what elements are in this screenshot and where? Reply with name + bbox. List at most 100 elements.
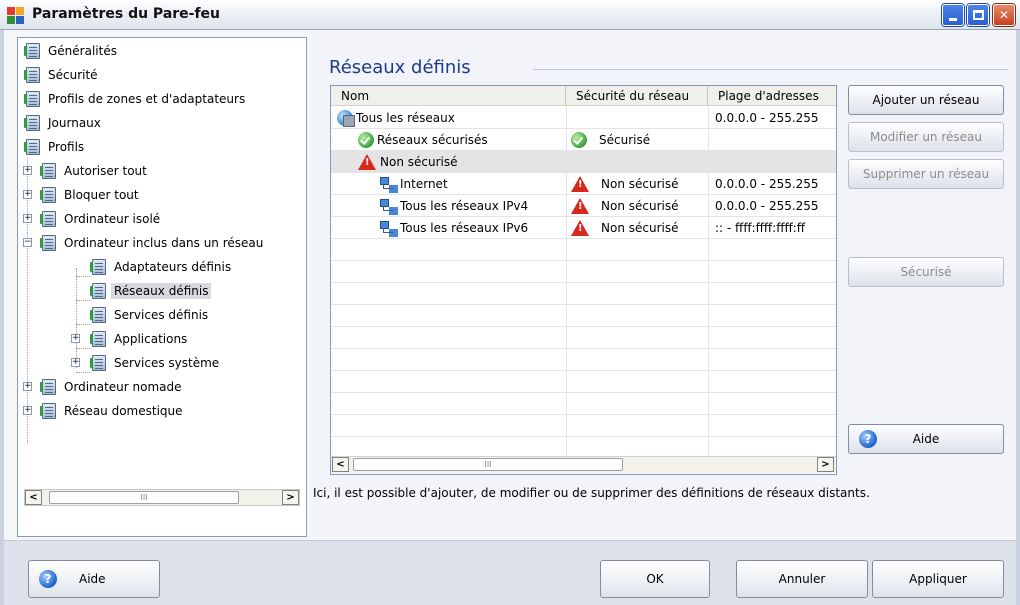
name-cell: Réseaux sécurisés bbox=[358, 129, 488, 151]
document-icon bbox=[90, 307, 106, 323]
row-security: Non sécurisé bbox=[601, 177, 679, 191]
name-cell: Internet bbox=[379, 173, 448, 195]
tree-item-securite[interactable]: Sécurité bbox=[24, 65, 101, 85]
tree-item-label: Journaux bbox=[48, 116, 101, 130]
content-panel: Réseaux définis Nom Sécurité du réseau P… bbox=[313, 37, 1016, 537]
close-button[interactable]: ✕ bbox=[993, 4, 1015, 26]
table-row[interactable]: Tous les réseaux IPv4 Non sécurisé 0.0.0… bbox=[331, 195, 836, 217]
scroll-thumb[interactable]: III bbox=[353, 458, 623, 471]
document-icon bbox=[90, 259, 106, 275]
tree-item-label: Ordinateur nomade bbox=[64, 380, 182, 394]
table-horizontal-scrollbar[interactable]: < III > bbox=[331, 456, 836, 473]
table-row[interactable]: Réseaux sécurisés Sécurisé bbox=[331, 129, 836, 151]
tree-item-autoriser-tout[interactable]: Autoriser tout bbox=[40, 161, 150, 181]
help-bottom-button[interactable]: ? Aide bbox=[28, 560, 160, 598]
tree-item-reseau-domestique[interactable]: Réseau domestique bbox=[40, 401, 186, 421]
tree-item-ordinateur-isole[interactable]: Ordinateur isolé bbox=[40, 209, 163, 229]
scroll-right-icon[interactable]: > bbox=[817, 457, 834, 472]
tree-item-profils[interactable]: Profils bbox=[24, 137, 87, 157]
scroll-thumb[interactable]: III bbox=[49, 491, 239, 504]
table-row[interactable]: Internet Non sécurisé 0.0.0.0 - 255.255 bbox=[331, 173, 836, 195]
document-icon bbox=[40, 379, 56, 395]
tree-item-label: Profils bbox=[48, 140, 85, 154]
add-network-button[interactable]: Ajouter un réseau bbox=[848, 85, 1004, 115]
bottom-button-bar: ? Aide OK Annuler Appliquer bbox=[4, 540, 1016, 605]
expand-toggle[interactable]: + bbox=[23, 382, 32, 391]
table-row[interactable]: Non sécurisé bbox=[331, 151, 836, 173]
help-icon: ? bbox=[859, 430, 877, 448]
secured-button[interactable]: Sécurisé bbox=[848, 257, 1004, 287]
expand-toggle[interactable]: + bbox=[23, 190, 32, 199]
column-header-name[interactable]: Nom bbox=[331, 86, 566, 106]
tree-item-applications[interactable]: Applications bbox=[90, 329, 190, 349]
ok-button[interactable]: OK bbox=[600, 560, 710, 598]
tree-item-label: Bloquer tout bbox=[64, 188, 139, 202]
help-button-label: Aide bbox=[912, 432, 940, 446]
tree-item-ordinateur-nomade[interactable]: Ordinateur nomade bbox=[40, 377, 185, 397]
row-name: Tous les réseaux bbox=[356, 111, 455, 125]
close-icon: ✕ bbox=[998, 8, 1010, 22]
network-icon bbox=[379, 176, 397, 192]
row-name: Tous les réseaux IPv6 bbox=[400, 221, 529, 235]
tree-item-generalites[interactable]: Généralités bbox=[24, 41, 120, 61]
window-title: Paramètres du Pare-feu bbox=[32, 6, 221, 22]
grid-line bbox=[331, 414, 836, 415]
cancel-button[interactable]: Annuler bbox=[736, 560, 868, 598]
tree-item-label: Autoriser tout bbox=[64, 164, 147, 178]
scroll-left-icon[interactable]: < bbox=[332, 457, 349, 472]
delete-network-button[interactable]: Supprimer un réseau bbox=[848, 159, 1004, 189]
scroll-left-icon[interactable]: < bbox=[25, 490, 42, 505]
minimize-button[interactable] bbox=[942, 4, 964, 26]
expand-toggle[interactable]: + bbox=[71, 334, 80, 343]
page-title: Réseaux définis bbox=[329, 57, 471, 78]
table-row[interactable]: Tous les réseaux 0.0.0.0 - 255.255 bbox=[331, 107, 836, 129]
apply-button[interactable]: Appliquer bbox=[872, 560, 1004, 598]
tree-item-reseaux-definis[interactable]: Réseaux définis bbox=[90, 281, 212, 301]
minimize-icon bbox=[949, 18, 957, 21]
name-cell: Tous les réseaux bbox=[337, 107, 455, 129]
help-icon: ? bbox=[39, 570, 57, 588]
tree-horizontal-scrollbar[interactable]: < III > bbox=[24, 489, 300, 506]
tree-item-label: Services définis bbox=[114, 308, 209, 322]
tree-item-label: Applications bbox=[114, 332, 188, 346]
warning-icon bbox=[571, 198, 589, 214]
column-header-security[interactable]: Sécurité du réseau bbox=[566, 86, 708, 106]
document-icon bbox=[90, 355, 106, 371]
help-button[interactable]: ? Aide bbox=[848, 424, 1004, 454]
range-cell: 0.0.0.0 - 255.255 bbox=[715, 199, 819, 213]
range-cell: :: - ffff:ffff:ffff:ff bbox=[715, 221, 806, 235]
tree-item-ordinateur-reseau[interactable]: Ordinateur inclus dans un réseau bbox=[40, 233, 266, 253]
table-row[interactable]: Tous les réseaux IPv6 Non sécurisé :: - … bbox=[331, 217, 836, 239]
expand-toggle[interactable]: + bbox=[71, 358, 80, 367]
row-security: Non sécurisé bbox=[601, 221, 679, 235]
maximize-button[interactable] bbox=[967, 4, 989, 26]
collapse-toggle[interactable]: − bbox=[23, 238, 32, 247]
tree-connector bbox=[76, 268, 77, 368]
tree-item-services-systeme[interactable]: Services système bbox=[90, 353, 222, 373]
network-icon bbox=[379, 220, 397, 236]
tree-item-journaux[interactable]: Journaux bbox=[24, 113, 104, 133]
check-icon bbox=[571, 132, 587, 148]
scroll-right-icon[interactable]: > bbox=[282, 490, 299, 505]
tree-item-bloquer-tout[interactable]: Bloquer tout bbox=[40, 185, 142, 205]
tree-connector bbox=[76, 276, 90, 277]
title-divider bbox=[533, 69, 1008, 70]
name-cell: Non sécurisé bbox=[358, 151, 457, 173]
warning-icon bbox=[571, 176, 589, 192]
document-icon bbox=[40, 403, 56, 419]
expand-toggle[interactable]: + bbox=[23, 406, 32, 415]
tree-item-label: Généralités bbox=[48, 44, 117, 58]
tree-item-services-definis[interactable]: Services définis bbox=[90, 305, 211, 325]
tree-item-label: Réseau domestique bbox=[64, 404, 183, 418]
grid-line bbox=[331, 326, 836, 327]
tree-item-profils-zones[interactable]: Profils de zones et d'adaptateurs bbox=[24, 89, 248, 109]
expand-toggle[interactable]: + bbox=[23, 166, 32, 175]
security-cell: Non sécurisé bbox=[571, 173, 678, 195]
tree-connector bbox=[76, 300, 90, 301]
edit-network-button[interactable]: Modifier un réseau bbox=[848, 122, 1004, 152]
tree-item-adaptateurs-definis[interactable]: Adaptateurs définis bbox=[90, 257, 234, 277]
column-header-range[interactable]: Plage d'adresses bbox=[708, 86, 836, 106]
tree-item-label: Adaptateurs définis bbox=[114, 260, 232, 274]
tree-item-label: Sécurité bbox=[48, 68, 98, 82]
expand-toggle[interactable]: + bbox=[23, 214, 32, 223]
